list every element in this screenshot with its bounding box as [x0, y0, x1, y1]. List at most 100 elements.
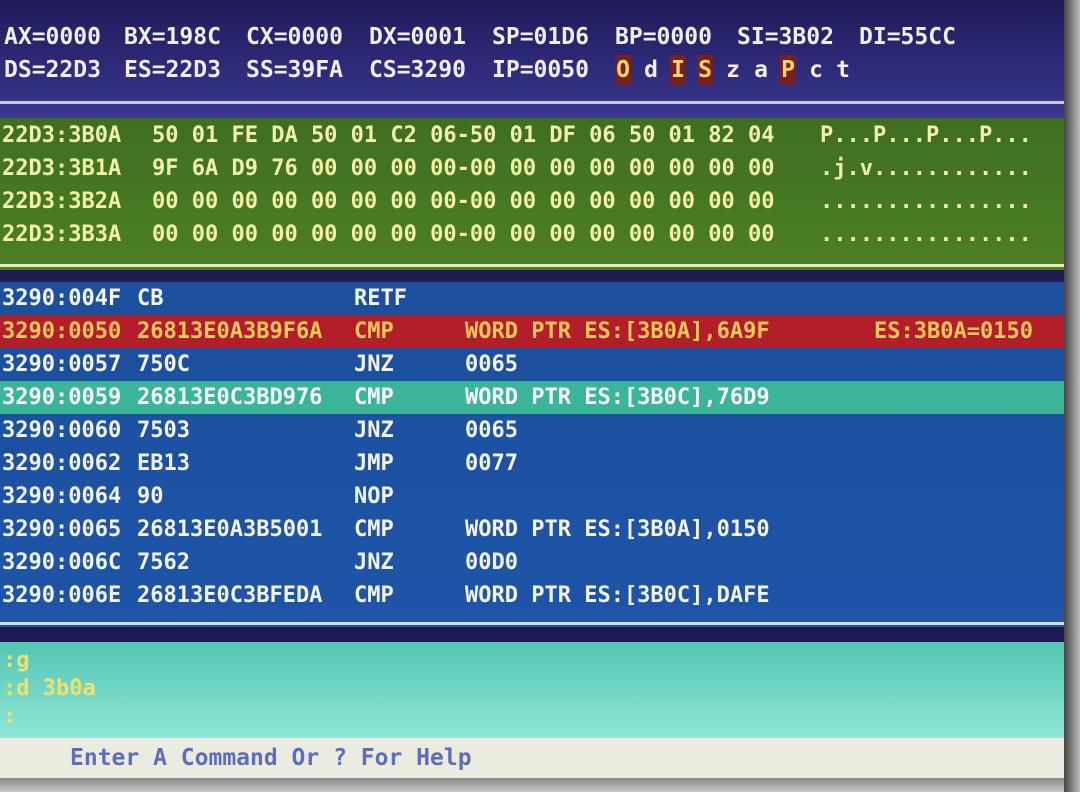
register-row-general: AX=0000 BX=198C CX=0000 DX=0001 SP=01D6 …	[4, 22, 956, 52]
dump-address: 22D3:3B1A	[2, 156, 122, 181]
instruction-mnemonic: JMP	[354, 451, 394, 476]
instruction-operand: 0065	[465, 418, 518, 443]
instruction-bytes: EB13	[137, 451, 190, 476]
monitor-bezel-bottom	[0, 778, 1064, 792]
instruction-operand: WORD PTR ES:[3B0C],DAFE	[465, 583, 770, 608]
monitor-bezel-right	[1064, 0, 1080, 792]
register-ax: AX=0000	[4, 24, 101, 50]
instruction-mnemonic: CMP	[354, 319, 394, 344]
instruction-bytes: 26813E0A3B9F6A	[137, 319, 323, 344]
instruction-address: 3290:0065	[2, 517, 122, 542]
dump-ascii: ................	[820, 222, 1032, 247]
instruction-bytes: CB	[137, 286, 164, 311]
dump-address: 22D3:3B2A	[2, 189, 122, 214]
flag-t: t	[836, 57, 850, 83]
instruction-operand: WORD PTR ES:[3B0C],76D9	[465, 385, 770, 410]
instruction-bytes: 26813E0C3BD976	[137, 385, 323, 410]
dump-bytes: 00 00 00 00 00 00 00 00-00 00 00 00 00 0…	[152, 222, 775, 247]
instruction-operand: 0065	[465, 352, 518, 377]
dump-address: 22D3:3B3A	[2, 222, 122, 247]
flag-S: S	[697, 55, 713, 85]
dump-bytes: 9F 6A D9 76 00 00 00 00-00 00 00 00 00 0…	[152, 156, 775, 181]
register-panel: AX=0000 BX=198C CX=0000 DX=0001 SP=01D6 …	[0, 0, 1064, 118]
dump-ascii: .j.v............	[820, 156, 1032, 181]
flag-a: a	[754, 57, 768, 83]
instruction-row[interactable]: 3290:006E 26813E0C3BFEDA CMP WORD PTR ES:[3…	[0, 579, 1064, 612]
instruction-row[interactable]: 3290:004F CB RETF	[0, 282, 1064, 315]
instruction-mnemonic: CMP	[354, 517, 394, 542]
register-separator	[0, 101, 1064, 104]
dump-ascii: ................	[820, 189, 1032, 214]
instruction-operand: WORD PTR ES:[3B0A],0150	[465, 517, 770, 542]
instruction-bytes: 7562	[137, 550, 190, 575]
register-cs: CS=3290	[369, 57, 466, 83]
status-bar: Enter A Command Or ? For Help	[0, 738, 1064, 778]
instruction-bytes: 90	[137, 484, 164, 509]
register-row-segment: DS=22D3 ES=22D3 SS=39FA CS=3290 IP=0050	[4, 55, 589, 85]
instruction-address: 3290:0060	[2, 418, 122, 443]
dump-ascii: P...P...P...P...	[820, 123, 1032, 148]
instruction-address: 3290:004F	[2, 286, 122, 311]
instruction-row[interactable]: 3290:0060 7503 JNZ 0065	[0, 414, 1064, 447]
instruction-address: 3290:006C	[2, 550, 122, 575]
instruction-row[interactable]: 3290:0062 EB13 JMP 0077	[0, 447, 1064, 480]
instruction-bytes: 750C	[137, 352, 190, 377]
instruction-bytes: 26813E0A3B5001	[137, 517, 323, 542]
instruction-bytes: 26813E0C3BFEDA	[137, 583, 323, 608]
instruction-mnemonic: RETF	[354, 286, 407, 311]
dump-address: 22D3:3B0A	[2, 123, 122, 148]
register-si: SI=3B02	[737, 24, 834, 50]
disassembly-panel: 3290:004F CB RETF 3290:0050 26813E0A3B9F6A CM…	[0, 282, 1064, 627]
flag-O: O	[615, 55, 631, 85]
instruction-bytes: 7503	[137, 418, 190, 443]
instruction-address: 3290:0062	[2, 451, 122, 476]
flag-z: z	[726, 57, 740, 83]
instruction-row[interactable]: 3290:0057 750C JNZ 0065	[0, 348, 1064, 381]
current-instruction-row[interactable]: 3290:0050 26813E0A3B9F6A CMP WORD PTR ES:[3…	[0, 315, 1064, 348]
instruction-mnemonic: NOP	[354, 484, 394, 509]
instruction-address: 3290:0050	[2, 319, 122, 344]
instruction-row[interactable]: 3290:0064 90 NOP	[0, 480, 1064, 513]
command-history[interactable]: :g :d 3b0a:	[0, 642, 1064, 738]
instruction-row[interactable]: 3290:0065 26813E0A3B5001 CMP WORD PTR ES:[3…	[0, 513, 1064, 546]
dump-bytes: 50 01 FE DA 50 01 C2 06-50 01 DF 06 50 0…	[152, 123, 775, 148]
instruction-mnemonic: CMP	[354, 583, 394, 608]
command-history-line: :g	[3, 648, 30, 673]
instruction-operand: 0077	[465, 451, 518, 476]
flag-I: I	[670, 55, 686, 85]
selected-instruction-row[interactable]: 3290:0059 26813E0C3BD976 CMP WORD PTR ES:[3…	[0, 381, 1064, 414]
memory-dump-panel: 22D3:3B0A 50 01 FE DA 50 01 C2 06-50 01 D…	[0, 118, 1064, 270]
register-ds: DS=22D3	[4, 57, 101, 83]
instruction-address: 3290:0064	[2, 484, 122, 509]
register-dx: DX=0001	[369, 24, 466, 50]
command-prompt[interactable]: :	[3, 702, 16, 732]
instruction-address: 3290:0057	[2, 352, 122, 377]
dump-separator	[0, 264, 1064, 267]
register-di: DI=55CC	[859, 24, 956, 50]
register-es: ES=22D3	[124, 57, 221, 83]
instruction-mnemonic: JNZ	[354, 418, 394, 443]
flag-c: c	[809, 57, 823, 83]
status-text: Enter A Command Or ? For Help	[70, 745, 472, 771]
instruction-mnemonic: JNZ	[354, 352, 394, 377]
code-separator	[0, 622, 1064, 625]
flag-d: d	[644, 57, 658, 83]
instruction-address: 3290:006E	[2, 583, 122, 608]
flag-P: P	[780, 55, 796, 85]
register-ss: SS=39FA	[246, 57, 343, 83]
instruction-address: 3290:0059	[2, 385, 122, 410]
debugger-screen: AX=0000 BX=198C CX=0000 DX=0001 SP=01D6 …	[0, 0, 1064, 792]
instruction-mnemonic: JNZ	[354, 550, 394, 575]
register-bp: BP=0000	[615, 24, 712, 50]
instruction-operand: WORD PTR ES:[3B0A],6A9F	[465, 319, 770, 344]
instruction-mnemonic: CMP	[354, 385, 394, 410]
instruction-operand: 00D0	[465, 550, 518, 575]
command-history-line: :d 3b0a	[3, 676, 96, 701]
register-bx: BX=198C	[124, 24, 221, 50]
register-sp: SP=01D6	[492, 24, 589, 50]
register-ip: IP=0050	[492, 57, 589, 83]
register-cx: CX=0000	[246, 24, 343, 50]
instruction-row[interactable]: 3290:006C 7562 JNZ 00D0	[0, 546, 1064, 579]
instruction-annotation: ES:3B0A=0150	[874, 319, 1033, 344]
dump-bytes: 00 00 00 00 00 00 00 00-00 00 00 00 00 0…	[152, 189, 775, 214]
